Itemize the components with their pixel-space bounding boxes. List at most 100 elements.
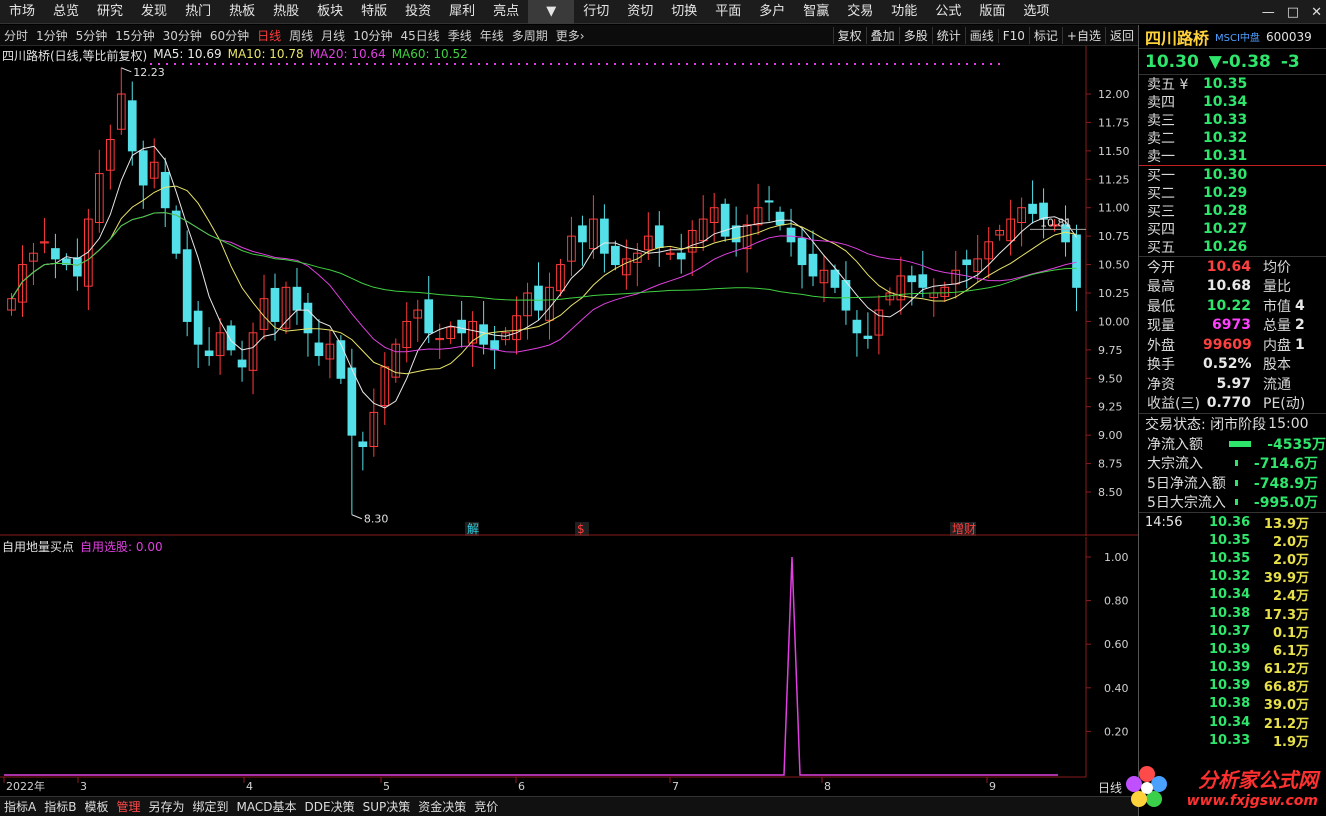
indicator-tab[interactable]: DDE决策 xyxy=(301,798,359,815)
menu-item[interactable]: 行切 xyxy=(574,0,618,24)
period-tab[interactable]: 日线 xyxy=(253,27,285,44)
indicator-chart[interactable]: 1.00 0.80 0.60 0.40 0.20 2022年 3 4 5 6 7 8 9 xyxy=(0,537,1138,795)
tool-button[interactable]: 复权 xyxy=(832,27,866,44)
minimize-icon[interactable]: — xyxy=(1262,5,1275,20)
bid-row: 买三 10.28 xyxy=(1139,202,1326,220)
period-tab[interactable]: 45日线 xyxy=(396,27,443,44)
candle-body xyxy=(775,211,785,226)
menu-item[interactable]: 犀利 xyxy=(440,0,484,24)
kline-chart[interactable]: 12.00 11.75 11.50 11.25 11.00 10.75 10.50 10.25… xyxy=(0,46,1138,536)
candle-body xyxy=(314,342,324,357)
signal-dot xyxy=(638,63,640,65)
signal-dot xyxy=(510,63,512,65)
tick-volume: 39.0万 xyxy=(1263,698,1309,714)
tick-price: 10.39 xyxy=(1209,660,1251,676)
menu-item[interactable]: 多户 xyxy=(750,0,794,24)
candle-body xyxy=(73,257,82,277)
period-tab[interactable]: 60分钟 xyxy=(206,27,253,44)
menu-item[interactable]: 交易 xyxy=(838,0,882,24)
menu-item[interactable]: 公式 xyxy=(926,0,970,24)
tool-button[interactable]: +自选 xyxy=(1061,27,1105,44)
signal-dot xyxy=(790,63,792,65)
signal-dot xyxy=(158,63,160,65)
signal-dot xyxy=(710,63,712,65)
signal-dot xyxy=(174,63,176,65)
price-axis-label: 9.50 xyxy=(1098,372,1123,385)
candle-body xyxy=(226,325,236,351)
tool-button[interactable]: 画线 xyxy=(964,27,998,44)
menu-item[interactable]: 平面 xyxy=(706,0,750,24)
signal-dot xyxy=(854,63,856,65)
menu-item[interactable]: 总览 xyxy=(44,0,88,24)
trade-status-text: 交易状态: 闭市阶段 xyxy=(1145,417,1267,433)
stat-row: 今开 10.64 均价 xyxy=(1139,257,1326,277)
indicator-tab[interactable]: 资金决策 xyxy=(414,798,470,815)
tick-row: 14:56 10.36 13.9万 xyxy=(1139,513,1326,532)
period-tab[interactable]: 分时 xyxy=(0,27,32,44)
menu-item[interactable]: 功能 xyxy=(882,0,926,24)
indicator-tab[interactable]: 管理 xyxy=(112,798,144,815)
signal-dot xyxy=(270,63,272,65)
menu-item[interactable]: 市场 xyxy=(0,0,44,24)
period-tab[interactable]: 10分钟 xyxy=(349,27,396,44)
indicator-tab[interactable]: MACD基本 xyxy=(233,798,301,815)
tick-list: 14:56 10.36 13.9万 10.35 2.0万 10.35 2.0万 10.32 39… xyxy=(1139,513,1326,750)
menu-item[interactable]: 研究 xyxy=(88,0,132,24)
tick-price: 10.34 xyxy=(1209,714,1251,730)
signal-dot xyxy=(462,63,464,65)
close-icon[interactable]: ✕ xyxy=(1311,5,1322,20)
candle-body xyxy=(534,285,543,311)
indicator-tab[interactable]: 指标A xyxy=(0,798,40,815)
period-tab[interactable]: 月线 xyxy=(317,27,349,44)
period-tab[interactable]: 5分钟 xyxy=(72,27,112,44)
maximize-icon[interactable]: □ xyxy=(1287,5,1299,20)
stat-value: 10.64 xyxy=(1206,258,1251,275)
tick-price: 10.35 xyxy=(1209,532,1251,548)
period-tab[interactable]: 多周期 xyxy=(508,27,552,44)
tool-button[interactable]: 叠加 xyxy=(865,27,899,44)
stat-label: 外盘 xyxy=(1147,337,1175,354)
period-tab[interactable]: 周线 xyxy=(285,27,317,44)
tool-button[interactable]: 统计 xyxy=(931,27,965,44)
menu-item[interactable]: 热股 xyxy=(264,0,308,24)
menu-item[interactable]: ▼ xyxy=(528,0,575,24)
tool-button[interactable]: 返回 xyxy=(1104,27,1138,44)
menu-item[interactable]: 资切 xyxy=(618,0,662,24)
tool-button[interactable]: 标记 xyxy=(1028,27,1062,44)
signal-dot xyxy=(758,63,760,65)
signal-dot xyxy=(846,63,848,65)
menu-item[interactable]: 版面 xyxy=(970,0,1014,24)
tool-button[interactable]: F10 xyxy=(997,28,1029,43)
tick-price: 10.37 xyxy=(1209,623,1251,639)
indicator-tab[interactable]: 指标B xyxy=(40,798,80,815)
candle-body xyxy=(127,100,137,152)
menu-item[interactable]: 切换 xyxy=(662,0,706,24)
indicator-tab[interactable]: SUP决策 xyxy=(359,798,415,815)
menu-item[interactable]: 热板 xyxy=(220,0,264,24)
menu-item[interactable]: 板块 xyxy=(308,0,352,24)
signal-dot xyxy=(582,63,584,65)
period-tab[interactable]: 1分钟 xyxy=(32,27,72,44)
menu-item[interactable]: 发现 xyxy=(132,0,176,24)
menu-item[interactable]: 投资 xyxy=(396,0,440,24)
menu-item[interactable]: 智赢 xyxy=(794,0,838,24)
period-tab[interactable]: 年线 xyxy=(476,27,508,44)
period-tab[interactable]: 15分钟 xyxy=(111,27,158,44)
candle-body xyxy=(830,269,840,288)
period-tab[interactable]: 更多› xyxy=(552,27,589,44)
ma5-label: MA5: 10.69 xyxy=(153,47,222,61)
indicator-tab[interactable]: 模板 xyxy=(80,798,112,815)
indicator-tab[interactable]: 另存为 xyxy=(144,798,188,815)
indicator-axis-label: 0.60 xyxy=(1104,638,1129,651)
indicator-tab[interactable]: 竞价 xyxy=(470,798,502,815)
period-tab[interactable]: 30分钟 xyxy=(159,27,206,44)
menu-item[interactable]: 特版 xyxy=(352,0,396,24)
indicator-tab[interactable]: 绑定到 xyxy=(189,798,233,815)
price-axis-label: 10.25 xyxy=(1098,287,1130,300)
period-tab[interactable]: 季线 xyxy=(444,27,476,44)
candle-body xyxy=(797,237,807,266)
menu-item[interactable]: 选项 xyxy=(1014,0,1058,24)
tool-button[interactable]: 多股 xyxy=(898,27,932,44)
menu-item[interactable]: 热门 xyxy=(176,0,220,24)
menu-item[interactable]: 亮点 xyxy=(484,0,528,24)
